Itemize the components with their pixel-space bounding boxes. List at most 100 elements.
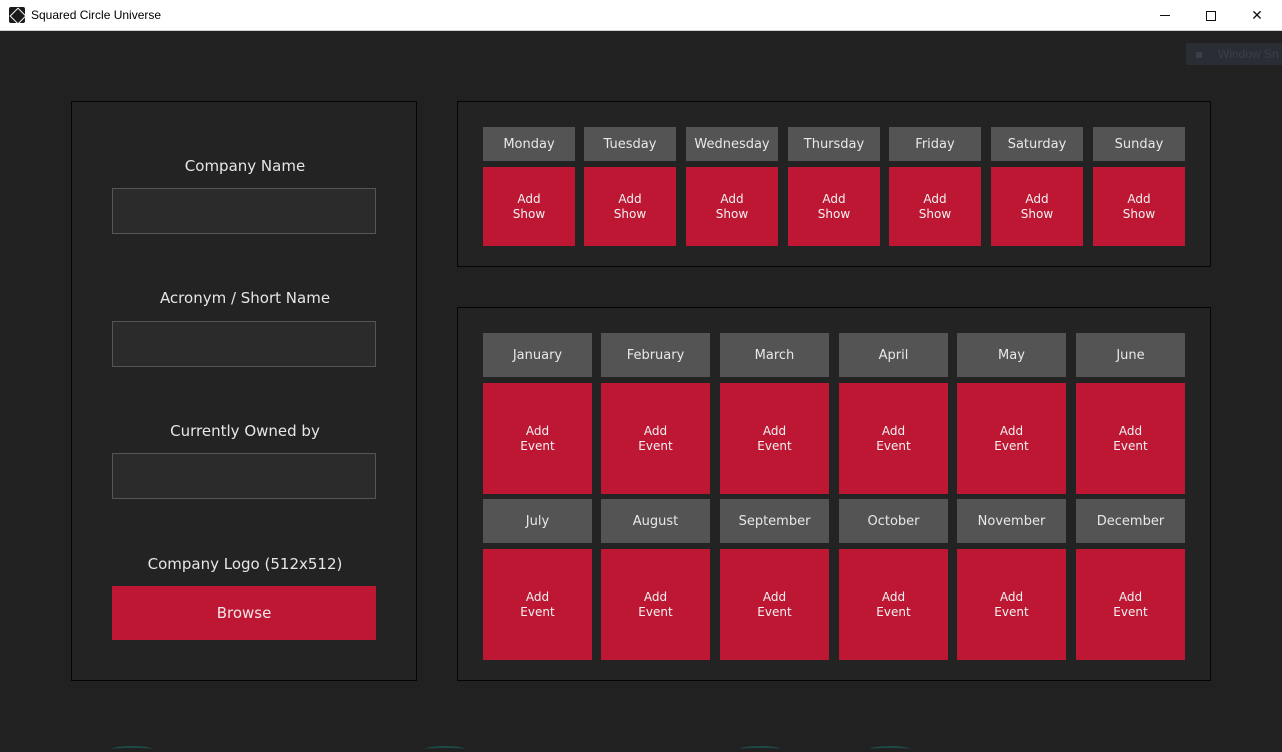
day-header-saturday: Saturday: [991, 127, 1083, 161]
weekly-shows-panel: Monday Add Show Tuesday Add Show Wednesday Add S…: [457, 101, 1211, 267]
add-show-button-monday[interactable]: Add Show: [483, 167, 575, 246]
browse-button[interactable]: Browse: [112, 586, 376, 640]
add-event-label: Add: [999, 589, 1024, 604]
window-title: Squared Circle Universe: [31, 8, 162, 22]
month-header-september: September: [720, 499, 829, 543]
monthly-events-panel: January Add Event February Add Event March Add E…: [457, 307, 1211, 681]
add-event-button-april[interactable]: Add Event: [839, 383, 948, 494]
add-event-label: Add: [643, 589, 668, 604]
month-header-december: December: [1076, 499, 1185, 543]
add-event-label: Add: [762, 423, 787, 438]
add-event-label: Event: [1113, 604, 1148, 619]
add-show-label: Add: [618, 191, 642, 206]
decorative-arc: [425, 746, 465, 752]
month-header-april: April: [839, 333, 948, 377]
add-show-button-friday[interactable]: Add Show: [889, 167, 981, 246]
add-event-label: Event: [520, 438, 555, 453]
add-event-button-january[interactable]: Add Event: [483, 383, 592, 494]
close-icon: ✕: [1251, 7, 1263, 24]
add-event-button-august[interactable]: Add Event: [601, 549, 710, 660]
owner-input[interactable]: [112, 453, 376, 499]
add-show-label: Show: [918, 206, 952, 221]
company-form-panel: Company Name Acronym / Short Name Curren…: [71, 101, 417, 681]
add-event-label: Event: [757, 438, 792, 453]
add-show-label: Add: [1127, 191, 1151, 206]
app-logo-icon: [9, 7, 25, 23]
add-show-button-tuesday[interactable]: Add Show: [584, 167, 676, 246]
add-event-label: Add: [881, 589, 906, 604]
month-header-november: November: [957, 499, 1066, 543]
month-header-july: July: [483, 499, 592, 543]
company-name-label: Company Name: [184, 157, 306, 175]
add-event-button-may[interactable]: Add Event: [957, 383, 1066, 494]
add-event-label: Add: [525, 589, 550, 604]
month-header-february: February: [601, 333, 710, 377]
month-header-january: January: [483, 333, 592, 377]
month-header-august: August: [601, 499, 710, 543]
month-header-october: October: [839, 499, 948, 543]
add-show-label: Add: [822, 191, 846, 206]
maximize-button[interactable]: [1188, 0, 1234, 31]
decorative-arc: [870, 746, 910, 752]
add-event-button-september[interactable]: Add Event: [720, 549, 829, 660]
logo-label: Company Logo (512x512): [147, 555, 343, 573]
add-event-label: Add: [643, 423, 668, 438]
add-event-button-november[interactable]: Add Event: [957, 549, 1066, 660]
add-event-label: Add: [1118, 589, 1143, 604]
add-event-label: Event: [757, 604, 792, 619]
maximize-icon: [1206, 10, 1216, 21]
add-show-label: Add: [720, 191, 744, 206]
add-event-label: Add: [525, 423, 550, 438]
minimize-button[interactable]: [1142, 0, 1188, 31]
month-header-june: June: [1076, 333, 1185, 377]
add-event-label: Add: [881, 423, 906, 438]
add-event-label: Event: [994, 604, 1029, 619]
add-event-label: Event: [638, 438, 673, 453]
day-header-wednesday: Wednesday: [686, 127, 778, 161]
decorative-arc: [112, 746, 152, 752]
add-event-label: Event: [876, 438, 911, 453]
snap-icon: [1196, 51, 1202, 58]
add-event-button-july[interactable]: Add Event: [483, 549, 592, 660]
add-show-label: Show: [1122, 206, 1156, 221]
add-event-button-october[interactable]: Add Event: [839, 549, 948, 660]
day-header-sunday: Sunday: [1093, 127, 1185, 161]
add-show-button-wednesday[interactable]: Add Show: [686, 167, 778, 246]
month-header-may: May: [957, 333, 1066, 377]
add-show-label: Add: [517, 191, 541, 206]
add-event-label: Event: [638, 604, 673, 619]
add-event-button-february[interactable]: Add Event: [601, 383, 710, 494]
acronym-input[interactable]: [112, 321, 376, 367]
add-show-label: Show: [817, 206, 851, 221]
add-show-label: Show: [512, 206, 546, 221]
company-name-input[interactable]: [112, 188, 376, 234]
add-event-label: Event: [876, 604, 911, 619]
day-header-tuesday: Tuesday: [584, 127, 676, 161]
day-header-monday: Monday: [483, 127, 575, 161]
add-event-label: Add: [1118, 423, 1143, 438]
add-show-button-thursday[interactable]: Add Show: [788, 167, 880, 246]
add-event-button-june[interactable]: Add Event: [1076, 383, 1185, 494]
minimize-icon: [1160, 15, 1170, 16]
add-event-label: Event: [1113, 438, 1148, 453]
owner-label: Currently Owned by: [170, 422, 320, 440]
acronym-label: Acronym / Short Name: [159, 289, 331, 307]
day-header-friday: Friday: [889, 127, 981, 161]
add-event-label: Event: [520, 604, 555, 619]
add-event-label: Add: [999, 423, 1024, 438]
add-event-label: Add: [762, 589, 787, 604]
day-header-thursday: Thursday: [788, 127, 880, 161]
add-show-label: Show: [613, 206, 647, 221]
window-snap-label: Window Sn: [1218, 47, 1279, 61]
add-event-button-march[interactable]: Add Event: [720, 383, 829, 494]
add-event-label: Event: [994, 438, 1029, 453]
title-bar: Squared Circle Universe ✕: [0, 0, 1282, 31]
add-show-label: Add: [923, 191, 947, 206]
add-show-button-sunday[interactable]: Add Show: [1093, 167, 1185, 246]
add-event-button-december[interactable]: Add Event: [1076, 549, 1185, 660]
decorative-arc: [740, 746, 780, 752]
close-button[interactable]: ✕: [1234, 0, 1280, 31]
window-snap-chip[interactable]: Window Sn: [1186, 43, 1282, 65]
add-show-button-saturday[interactable]: Add Show: [991, 167, 1083, 246]
add-show-label: Show: [715, 206, 749, 221]
